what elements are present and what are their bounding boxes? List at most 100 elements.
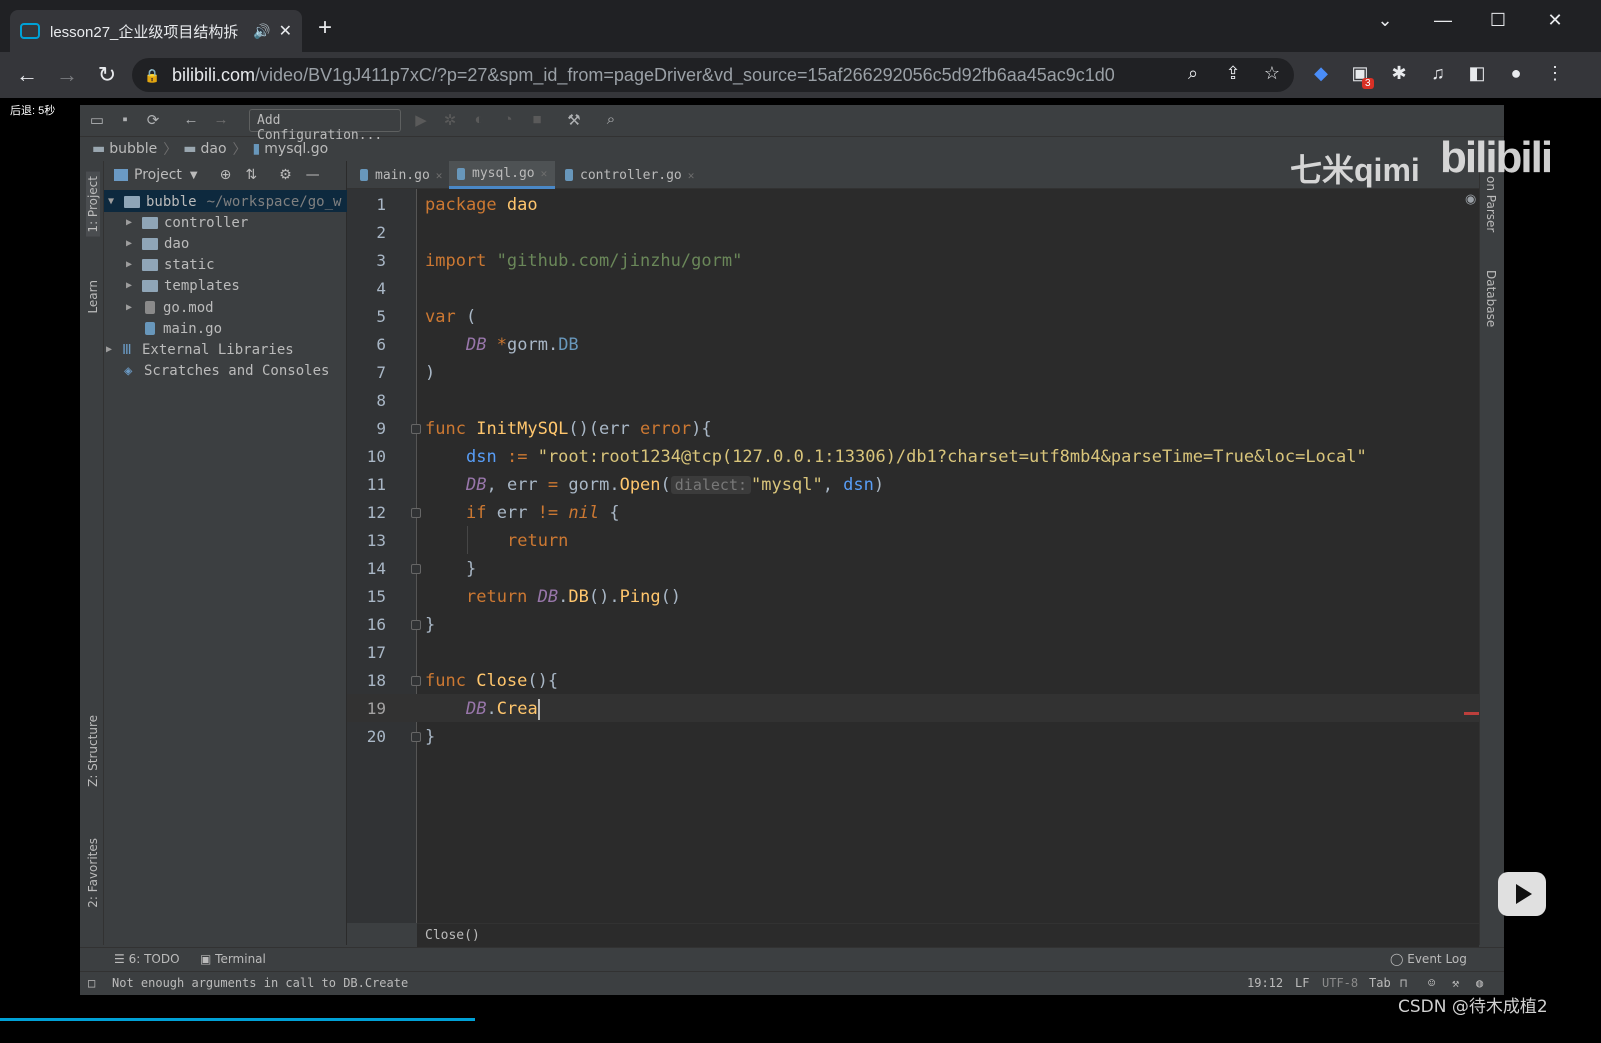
coverage-icon[interactable]: ◐ [468, 111, 490, 128]
tree-item[interactable]: ▶ dao [104, 233, 189, 254]
new-tab-button[interactable]: + [318, 14, 332, 42]
event-log-button[interactable]: ◯ Event Log [1390, 952, 1467, 966]
tab-search-chevron-icon[interactable]: ⌄ [1370, 10, 1400, 31]
close-tab-icon[interactable]: ✕ [436, 169, 443, 182]
close-window-button[interactable]: ✕ [1540, 10, 1570, 31]
editor-breadcrumb[interactable]: Close() [417, 923, 1479, 947]
maximize-button[interactable]: ☐ [1483, 10, 1513, 31]
fold-marker-icon[interactable] [411, 676, 421, 686]
collapsed-arrow-icon[interactable]: ▶ [126, 302, 142, 313]
collapsed-arrow-icon[interactable]: ▶ [126, 280, 142, 291]
tool-tab-structure[interactable]: Z: Structure [86, 715, 100, 787]
puzzle-extensions-icon[interactable]: ✱ [1386, 63, 1412, 84]
indent-setting[interactable]: Tab [1369, 976, 1391, 990]
caret-position[interactable]: 19:12 [1247, 976, 1283, 990]
file-encoding[interactable]: UTF-8 [1322, 976, 1358, 990]
breadcrumb-item[interactable]: bubble [109, 141, 157, 157]
error-stripe-marker[interactable] [1464, 712, 1480, 715]
side-panel-icon[interactable]: ◧ [1464, 63, 1490, 84]
collapse-all-icon[interactable]: ⇅ [245, 167, 257, 183]
tab-mysql-go[interactable]: mysql.go ✕ [449, 161, 556, 189]
tool-tab-parser[interactable]: on Parser [1484, 176, 1498, 232]
close-tab-icon[interactable]: ✕ [541, 167, 548, 180]
bookmark-star-icon[interactable]: ☆ [1259, 63, 1285, 84]
todo-tool-button[interactable]: ☰ 6: TODO [114, 952, 180, 966]
fold-marker-icon[interactable] [411, 508, 421, 518]
text-caret [537, 698, 540, 720]
fold-marker-icon[interactable] [411, 620, 421, 630]
profile-run-icon[interactable]: ◔ [497, 111, 519, 128]
minimize-button[interactable]: — [1428, 10, 1458, 31]
run-icon[interactable]: ▶ [410, 111, 432, 129]
line-separator[interactable]: LF [1295, 976, 1309, 990]
terminal-tool-button[interactable]: ▣ Terminal [200, 952, 266, 966]
sync-icon[interactable]: ⟳ [142, 111, 164, 129]
eye-icon[interactable]: ◉ [1465, 191, 1476, 207]
fold-marker-icon[interactable] [411, 424, 421, 434]
collapsed-arrow-icon[interactable]: ▶ [126, 238, 142, 249]
code-editor[interactable] [417, 189, 1479, 923]
collapsed-arrow-icon[interactable]: ▶ [126, 217, 142, 228]
search-icon[interactable]: ⌕ [600, 111, 622, 128]
save-icon[interactable]: ▪ [114, 111, 136, 128]
close-tab-icon[interactable]: ✕ [279, 21, 292, 41]
forward-arrow-icon[interactable]: → [54, 62, 80, 88]
inspector-icon[interactable]: ☺ [1428, 976, 1435, 990]
fold-marker-icon[interactable] [411, 732, 421, 742]
breadcrumb-separator: 〉 [232, 142, 247, 158]
tool-tab-database[interactable]: Database [1484, 270, 1498, 327]
tab-main-go[interactable]: main.go ✕ [352, 161, 450, 189]
project-panel-title[interactable]: Project [134, 167, 182, 183]
media-control-icon[interactable]: ♫ [1425, 63, 1451, 84]
tree-item[interactable]: ▶ static [104, 254, 215, 275]
wrench-icon[interactable]: ⚒ [1452, 976, 1459, 990]
stop-icon[interactable]: ■ [526, 111, 548, 128]
fold-marker-icon[interactable] [411, 564, 421, 574]
bilibili-tv-icon[interactable] [1498, 872, 1546, 916]
add-configuration-button[interactable]: Add Configuration... [249, 109, 401, 143]
wrench-settings-icon[interactable]: ⚒ [563, 111, 585, 129]
shield-extension-icon[interactable]: ◆ [1308, 63, 1334, 84]
reload-icon[interactable]: ↻ [94, 62, 120, 88]
collapsed-arrow-icon[interactable]: ▶ [126, 259, 142, 270]
breadcrumb-item[interactable]: mysql.go [264, 141, 328, 157]
tree-item[interactable]: ▶ controller [104, 212, 248, 233]
tree-item[interactable]: ▶ templates [104, 275, 240, 296]
hide-panel-icon[interactable]: — [306, 167, 320, 183]
debug-icon[interactable]: ✲ [439, 111, 461, 129]
tree-item-label: dao [164, 235, 190, 252]
tool-tab-learn[interactable]: Learn [86, 280, 100, 314]
tree-item[interactable]: ▶ Ⅲ External Libraries [104, 339, 294, 360]
gear-icon[interactable]: ⚙ [279, 167, 292, 183]
back-arrow-icon[interactable]: ← [14, 62, 40, 88]
tool-tab-project[interactable]: 1: Project [86, 172, 100, 237]
tree-item[interactable]: ▶ go.mod [104, 297, 214, 318]
menu-kebab-icon[interactable]: ⋮ [1542, 63, 1568, 84]
tree-item[interactable]: ▼ bubble ~/workspace/go_w [104, 191, 341, 212]
close-tab-icon[interactable]: ✕ [688, 169, 695, 182]
nav-forward-icon[interactable]: → [210, 111, 232, 128]
notifications-icon[interactable]: ◍ [1476, 976, 1483, 990]
breadcrumb-item[interactable]: dao [201, 141, 227, 157]
video-progress-bar[interactable] [0, 1018, 475, 1021]
punctuation: ( [660, 475, 671, 495]
zoom-icon[interactable]: ⌕ [1180, 63, 1206, 84]
status-toggle-icon[interactable]: □ [88, 976, 95, 990]
typed-text: Crea [496, 699, 538, 719]
address-bar[interactable]: 🔒 bilibili.com/video/BV1gJ411p7xC/?p=27&… [132, 58, 1294, 92]
profile-avatar-icon[interactable]: ● [1503, 63, 1529, 84]
nav-back-icon[interactable]: ← [180, 111, 202, 128]
tree-item[interactable]: ◈ Scratches and Consoles [104, 360, 329, 381]
browser-tab[interactable]: lesson27_企业级项目结构拆 🔊 ✕ [10, 10, 302, 52]
speaker-icon[interactable]: 🔊 [253, 23, 270, 40]
locate-target-icon[interactable]: ⊕ [220, 167, 232, 183]
collapsed-arrow-icon[interactable]: ▶ [106, 344, 122, 355]
share-icon[interactable]: ⇪ [1220, 63, 1246, 84]
tab-controller-go[interactable]: controller.go ✕ [557, 161, 702, 189]
lock-icon[interactable]: ⊓ [1400, 976, 1407, 990]
expanded-arrow-icon[interactable]: ▼ [108, 196, 124, 207]
tree-item[interactable]: main.go [104, 318, 222, 339]
dropdown-arrow-icon[interactable]: ▼ [190, 170, 198, 181]
open-folder-icon[interactable]: ▭ [86, 111, 108, 129]
tool-tab-favorites[interactable]: 2: Favorites [86, 838, 100, 908]
